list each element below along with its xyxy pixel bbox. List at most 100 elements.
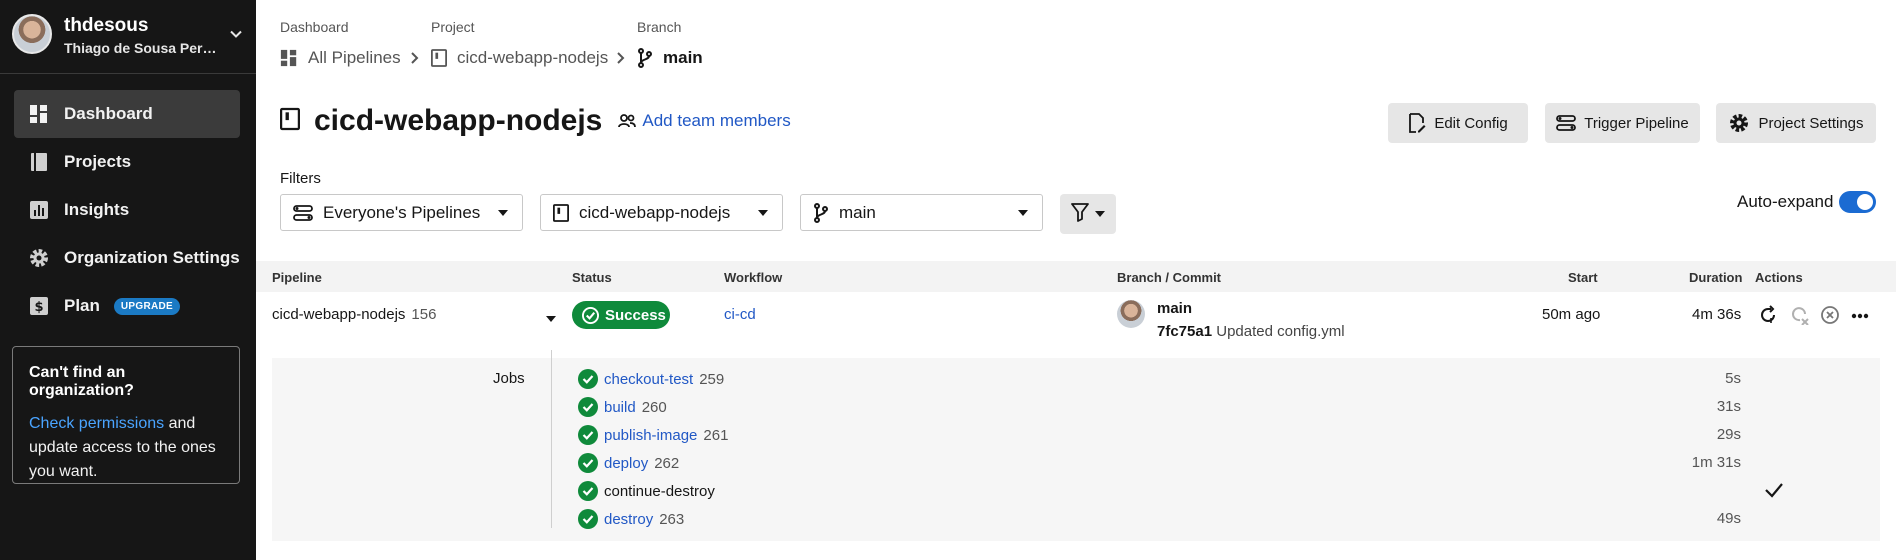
pipeline-icon	[1556, 114, 1577, 132]
chevron-right-icon	[408, 50, 422, 71]
more-icon[interactable]	[1851, 313, 1869, 319]
check-permissions-link[interactable]: Check permissions	[29, 415, 164, 432]
project-filter-select[interactable]: cicd-webapp-nodejs	[540, 194, 783, 231]
list-item[interactable]: deploy 262	[578, 452, 679, 474]
filters-label: Filters	[280, 170, 321, 187]
user-menu[interactable]: thdesous Thiago de Sousa Per…	[12, 14, 244, 56]
avatar	[12, 14, 52, 54]
breadcrumb-all-pipelines[interactable]: All Pipelines	[280, 48, 401, 68]
page-title: cicd-webapp-nodejs	[314, 104, 603, 137]
funnel-icon	[1071, 202, 1089, 227]
project-settings-button[interactable]: Project Settings	[1716, 103, 1876, 143]
check-circle-icon	[578, 453, 598, 473]
edit-config-button[interactable]: Edit Config	[1388, 103, 1528, 143]
caret-down-icon	[1018, 210, 1028, 216]
list-item[interactable]: continue-destroy	[578, 480, 715, 502]
sidebar-item-organization-settings[interactable]: Organization Settings	[14, 234, 240, 282]
jobs-label: Jobs	[493, 370, 525, 387]
sidebar-item-label: Dashboard	[64, 104, 153, 123]
job-name: checkout-test	[604, 370, 694, 388]
projects-icon	[28, 151, 50, 173]
people-icon	[618, 114, 637, 128]
pipeline-name[interactable]: cicd-webapp-nodejs 156	[272, 306, 436, 323]
rerun-icon[interactable]	[1758, 305, 1778, 325]
auto-expand-toggle[interactable]	[1839, 191, 1876, 213]
breadcrumb-project[interactable]: cicd-webapp-nodejs	[431, 48, 608, 68]
auto-expand-label: Auto-expand	[1737, 192, 1834, 211]
upgrade-badge[interactable]: UPGRADE	[113, 297, 181, 315]
status-badge[interactable]: Success	[572, 301, 670, 329]
add-team-members-label: Add team members	[642, 111, 791, 130]
breadcrumb-label-dashboard: Dashboard	[280, 19, 349, 35]
add-team-members-link[interactable]: Add team members	[618, 111, 791, 131]
job-duration: 1m 31s	[1691, 454, 1741, 471]
workflow-link[interactable]: ci-cd	[724, 306, 756, 323]
check-circle-icon	[578, 509, 598, 529]
project-icon	[280, 107, 300, 136]
advanced-filter-button[interactable]	[1060, 194, 1116, 234]
sidebar-item-plan[interactable]: $ Plan UPGRADE	[14, 282, 240, 330]
list-item[interactable]: destroy 263	[578, 508, 684, 530]
duration: 4m 36s	[1692, 306, 1742, 323]
sidebar-item-label: Projects	[64, 152, 132, 171]
sidebar-item-insights[interactable]: Insights	[14, 186, 240, 234]
svg-text:$: $	[34, 300, 43, 315]
project-filter-value: cicd-webapp-nodejs	[579, 202, 731, 222]
commit-info[interactable]: 7fc75a1 Updated config.yml	[1157, 323, 1345, 340]
pipelines-filter-select[interactable]: Everyone's Pipelines	[280, 194, 523, 231]
edit-config-label: Edit Config	[1434, 114, 1508, 132]
chevron-down-icon[interactable]	[228, 26, 244, 42]
cancel-icon[interactable]	[1820, 305, 1840, 325]
column-header-pipeline: Pipeline	[272, 270, 322, 285]
caret-down-icon	[498, 210, 508, 216]
check-circle-icon	[578, 425, 598, 445]
list-item[interactable]: build 260	[578, 396, 667, 418]
chevron-right-icon	[614, 50, 628, 71]
org-help-title: Can't find an organization?	[29, 364, 134, 399]
breadcrumb-label-project: Project	[431, 19, 475, 35]
table-row	[256, 292, 1896, 358]
expand-caret-icon[interactable]	[546, 310, 556, 328]
breadcrumb-branch[interactable]: main	[637, 48, 703, 68]
org-help-text: Check permissions and update access to t…	[29, 412, 223, 484]
sidebar: thdesous Thiago de Sousa Per… Dashboard …	[0, 0, 256, 560]
sidebar-item-label: Organization Settings	[64, 248, 240, 267]
pipelines-filter-value: Everyone's Pipelines	[323, 202, 481, 222]
toggle-knob	[1857, 194, 1873, 210]
job-name: continue-destroy	[604, 482, 715, 500]
pipeline-icon	[293, 204, 313, 222]
job-name: deploy	[604, 454, 649, 472]
sidebar-item-label: Insights	[64, 200, 130, 219]
list-item[interactable]: checkout-test 259	[578, 368, 724, 390]
start-time: 50m ago	[1542, 306, 1601, 323]
avatar	[1117, 300, 1145, 328]
user-handle: thdesous	[64, 15, 149, 36]
edit-file-icon	[1408, 113, 1426, 133]
list-item[interactable]: publish-image 261	[578, 424, 728, 446]
check-circle-icon	[578, 369, 598, 389]
main-content: Dashboard Project Branch All Pipelines c…	[256, 0, 1896, 560]
commit-branch[interactable]: main	[1157, 300, 1192, 317]
insights-icon	[28, 199, 50, 221]
job-number: 263	[659, 510, 685, 528]
job-number: 262	[654, 454, 680, 472]
sidebar-item-label: Plan	[64, 296, 100, 315]
dollar-icon: $	[28, 295, 50, 317]
caret-down-icon	[1095, 211, 1105, 217]
sidebar-item-dashboard[interactable]: Dashboard	[14, 90, 240, 138]
gear-icon	[1728, 112, 1750, 134]
user-full-name: Thiago de Sousa Per…	[64, 40, 217, 56]
table-header: Pipeline Status Workflow Branch / Commit…	[256, 261, 1896, 292]
branch-filter-select[interactable]: main	[800, 194, 1043, 231]
rerun-failed-icon[interactable]	[1790, 305, 1810, 325]
check-circle-icon	[582, 306, 599, 324]
gear-icon	[28, 247, 50, 269]
commit-message: Updated config.yml	[1216, 323, 1345, 340]
sidebar-item-projects[interactable]: Projects	[14, 138, 240, 186]
job-duration: 5s	[1725, 370, 1741, 387]
column-header-branch-commit: Branch / Commit	[1117, 270, 1222, 285]
projects-icon	[431, 49, 447, 67]
breadcrumb-text: All Pipelines	[308, 48, 401, 67]
trigger-pipeline-button[interactable]: Trigger Pipeline	[1545, 103, 1700, 143]
approve-check-icon[interactable]	[1764, 481, 1784, 504]
